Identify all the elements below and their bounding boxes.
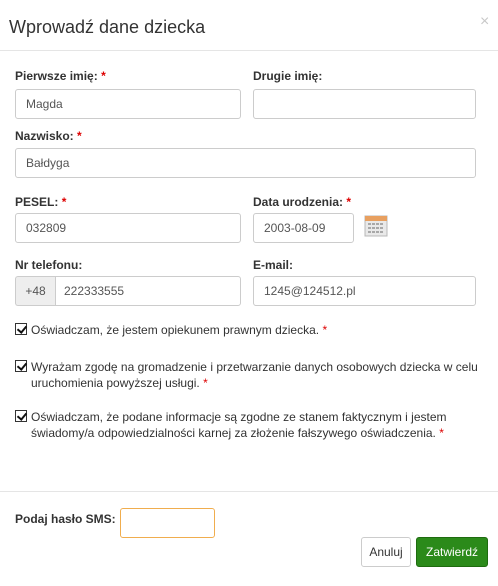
pesel-label: PESEL: * [15, 195, 66, 209]
truthfulness-consent-label: Oświadczam, że podane informacje są zgod… [31, 410, 447, 440]
truthfulness-consent-text: Oświadczam, że podane informacje są zgod… [31, 409, 486, 441]
required-mark: * [346, 195, 352, 209]
first-name-label: Pierwsze imię: * [15, 69, 106, 83]
data-processing-consent-checkbox[interactable] [15, 360, 27, 372]
required-mark: * [203, 376, 208, 390]
birth-date-label: Data urodzenia: * [253, 195, 351, 209]
modal-header: Wprowadź dane dziecka × [0, 0, 498, 51]
required-mark: * [77, 129, 82, 143]
guardian-consent-text: Oświadczam, że jestem opiekunem prawnym … [31, 322, 486, 338]
child-data-modal: Wprowadź dane dziecka × Pierwsze imię: *… [0, 0, 498, 586]
email-label: E-mail: [253, 258, 294, 272]
submit-button[interactable]: Zatwierdź [416, 537, 488, 567]
required-mark: * [61, 195, 67, 209]
sms-code-input[interactable] [120, 508, 215, 538]
guardian-consent-label: Oświadczam, że jestem opiekunem prawnym … [31, 323, 320, 337]
phone-input[interactable]: 222333555 [55, 276, 241, 306]
birth-date-label-text: Data urodzenia: [253, 195, 344, 209]
footer-divider [0, 491, 498, 492]
required-mark: * [439, 426, 444, 440]
surname-label-text: Nazwisko: [15, 129, 74, 143]
second-name-label: Drugie imię: [253, 69, 323, 83]
guardian-consent-checkbox[interactable] [15, 323, 27, 335]
required-mark: * [101, 69, 106, 83]
first-name-label-text: Pierwsze imię: [15, 69, 98, 83]
pesel-input[interactable]: 032809 [15, 213, 241, 243]
data-processing-consent-text: Wyrażam zgodę na gromadzenie i przetwarz… [31, 359, 486, 391]
email-input[interactable]: 1245@124512.pl [253, 276, 476, 306]
second-name-input[interactable] [253, 89, 476, 119]
phone-label: Nr telefonu: [15, 258, 83, 272]
phone-prefix: +48 [15, 276, 55, 306]
calendar-icon[interactable] [364, 213, 388, 237]
pesel-label-text: PESEL: [15, 195, 59, 209]
truthfulness-consent-checkbox[interactable] [15, 410, 27, 422]
cancel-button[interactable]: Anuluj [361, 537, 411, 567]
required-mark: * [322, 323, 328, 337]
data-processing-consent-label: Wyrażam zgodę na gromadzenie i przetwarz… [31, 360, 478, 390]
modal-title: Wprowadź dane dziecka [9, 17, 206, 37]
close-icon[interactable]: × [480, 13, 489, 31]
sms-label: Podaj hasło SMS: [15, 512, 116, 526]
surname-input[interactable]: Bałdyga [15, 148, 476, 178]
first-name-input[interactable]: Magda [15, 89, 241, 119]
surname-label: Nazwisko: * [15, 129, 82, 143]
birth-date-input[interactable]: 2003-08-09 [253, 213, 354, 243]
